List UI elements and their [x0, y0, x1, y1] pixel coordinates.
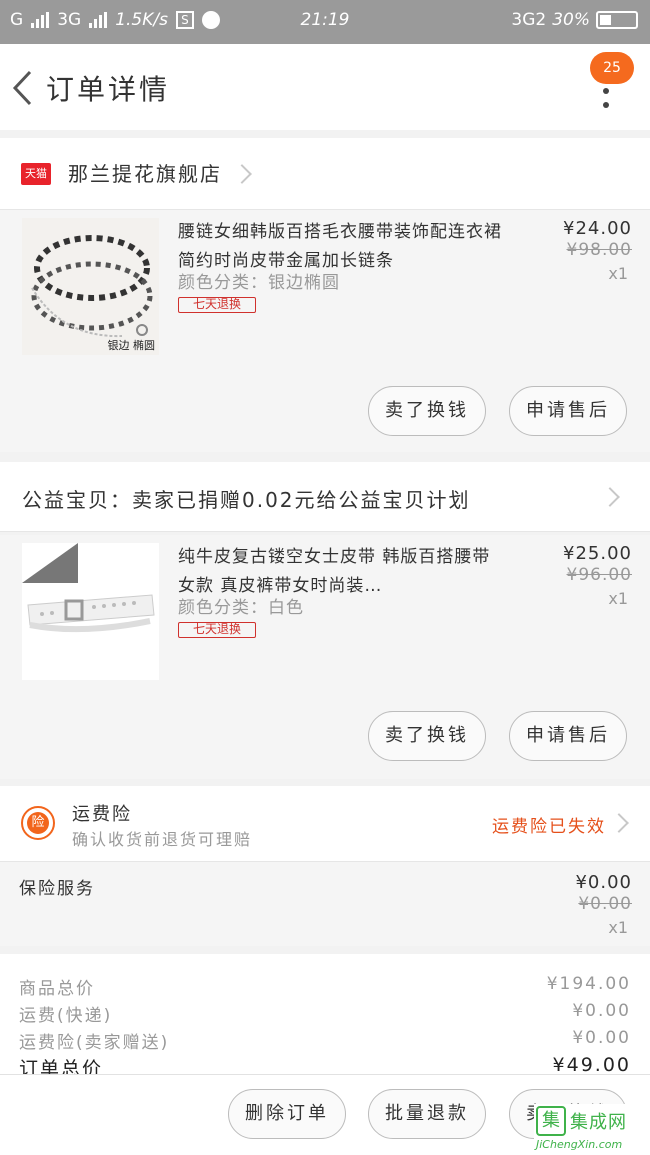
- freight-insurance-status: 运费险已失效: [492, 817, 606, 837]
- battery-icon: [596, 11, 638, 29]
- product-price: ¥25.00: [563, 543, 632, 564]
- insurance-service-row: 保险服务 ¥0.00 ¥0.00 x1: [0, 862, 650, 946]
- batch-refund-button[interactable]: 批量退款: [368, 1089, 486, 1139]
- freight-insurance-row[interactable]: 险 运费险 确认收货前退货可理赔 运费险已失效: [0, 786, 650, 862]
- summary-label: 运费险(卖家赠送): [19, 1033, 170, 1053]
- watermark-logo-icon: 集: [536, 1106, 566, 1136]
- shop-row[interactable]: 天猫 那兰提花旗舰店: [0, 138, 650, 210]
- thumbnail-corner: [22, 543, 78, 583]
- shop-name: 那兰提花旗舰店: [68, 162, 222, 186]
- charity-text: 公益宝贝：卖家已捐赠0.02元给公益宝贝计划: [22, 488, 471, 512]
- summary-label: 运费(快递): [19, 1006, 113, 1026]
- summary-value: ¥0.00: [572, 1001, 631, 1021]
- return-policy-tag: 七天退换: [178, 297, 256, 313]
- product-sku: 颜色分类：银边椭圆: [178, 273, 340, 293]
- notification-badge: 25: [590, 52, 634, 84]
- chevron-left-icon[interactable]: [10, 68, 36, 108]
- freight-insurance-title: 运费险: [72, 804, 132, 825]
- freight-insurance-subtitle: 确认收货前退货可理赔: [72, 830, 253, 849]
- chevron-right-icon: [232, 164, 252, 184]
- after-sales-button[interactable]: 申请售后: [509, 711, 627, 761]
- product-original-price: ¥98.00: [566, 240, 632, 260]
- battery-percent: 30%: [552, 10, 590, 30]
- product-thumbnail[interactable]: 银边 椭圆: [22, 218, 159, 355]
- watermark-url: JiChengXin.com: [536, 1138, 623, 1151]
- status-right: 3G2 30%: [511, 10, 638, 30]
- delete-order-button[interactable]: 删除订单: [228, 1089, 346, 1139]
- chevron-right-icon: [609, 813, 629, 833]
- product-item: 银边 椭圆 腰链女细韩版百搭毛衣腰带装饰配连衣裙简约时尚皮带金属加长链条 颜色分…: [0, 210, 650, 452]
- network-type: 3G2: [511, 10, 547, 30]
- return-policy-tag: 七天退换: [178, 622, 256, 638]
- status-bar: G 3G 1.5K/s S 21:19 3G2 30%: [0, 0, 650, 44]
- insurance-service-original-price: ¥0.00: [578, 894, 632, 914]
- insurance-service-label: 保险服务: [19, 879, 95, 899]
- order-total-value: ¥49.00: [552, 1054, 631, 1076]
- nav-bar: 订单详情 25: [0, 44, 650, 130]
- thumbnail-label: 银边 椭圆: [107, 339, 156, 352]
- product-quantity: x1: [608, 264, 628, 283]
- chevron-right-icon: [600, 487, 620, 507]
- insurance-service-quantity: x1: [608, 918, 628, 937]
- order-summary: 商品总价 ¥194.00 运费(快递) ¥0.00 运费险(卖家赠送) ¥0.0…: [0, 946, 650, 1080]
- summary-value: ¥0.00: [572, 1028, 631, 1048]
- page-title: 订单详情: [46, 73, 171, 106]
- chain-belt-image: [31, 235, 153, 338]
- summary-value: ¥194.00: [546, 974, 631, 994]
- charity-row[interactable]: 公益宝贝：卖家已捐赠0.02元给公益宝贝计划: [0, 462, 650, 532]
- resell-button[interactable]: 卖了换钱: [368, 386, 486, 436]
- tmall-icon: 天猫: [21, 163, 51, 185]
- product-original-price: ¥96.00: [566, 565, 632, 585]
- product-quantity: x1: [608, 589, 628, 608]
- summary-label: 商品总价: [19, 979, 95, 999]
- insurance-service-price: ¥0.00: [575, 872, 632, 893]
- product-sku: 颜色分类：白色: [178, 598, 304, 618]
- watermark-text: 集成网: [570, 1112, 627, 1133]
- watermark: 集 集成网 JiChengXin.com: [534, 1104, 650, 1155]
- product-thumbnail[interactable]: 白色: [22, 543, 159, 680]
- product-item: 白色 纯牛皮复古镂空女士皮带 韩版百搭腰带女款 真皮裤带女时尚装… 颜色分类：白…: [0, 535, 650, 779]
- after-sales-button[interactable]: 申请售后: [509, 386, 627, 436]
- thumbnail-label: 白色: [126, 659, 153, 674]
- resell-button[interactable]: 卖了换钱: [368, 711, 486, 761]
- insurance-icon: 险: [21, 806, 55, 840]
- insurance-icon-text: 险: [27, 812, 49, 834]
- product-price: ¥24.00: [563, 218, 632, 239]
